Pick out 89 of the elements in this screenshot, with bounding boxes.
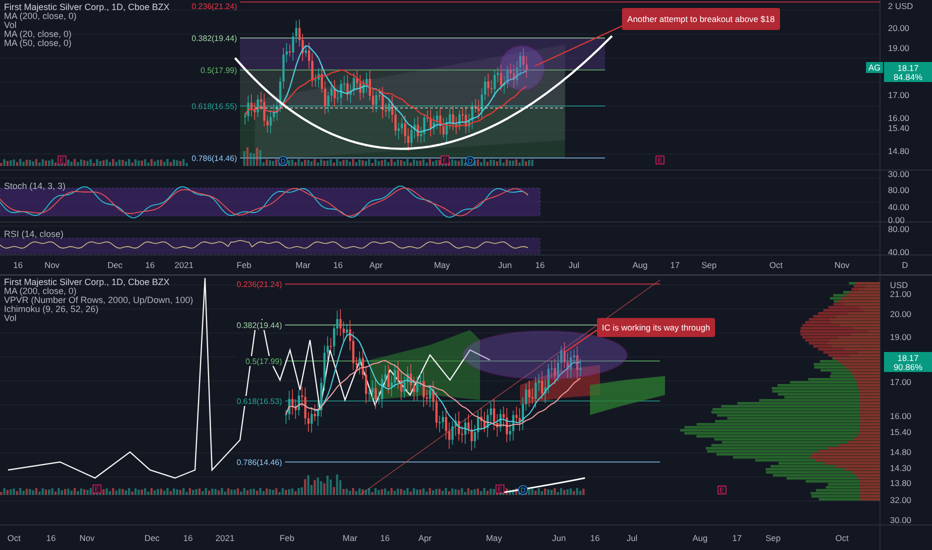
price-axis-label: 14.80 [888, 146, 910, 156]
time-axis-label: 16 [535, 260, 545, 270]
time-axis-label: Dec [144, 533, 160, 543]
time-axis-label: 16 [183, 533, 193, 543]
time-axis-label: Aug [632, 260, 648, 270]
fib-label: 0.382(19.44) [192, 34, 237, 43]
indicator-label: RSI (14, close) [4, 229, 64, 239]
time-axis-label: Sep [701, 260, 717, 270]
price-axis-label: 2 USD [888, 1, 914, 11]
time-axis-label: May [486, 533, 502, 543]
time-axis-label: Aug [692, 533, 708, 543]
time-axis-label: Jul [568, 260, 580, 270]
legend-text: MA (200, close, 0) [4, 286, 77, 296]
time-axis-label: Nov [44, 260, 60, 270]
price-axis-label: 21.00 [890, 289, 912, 299]
price-axis-label: 17.00 [888, 90, 910, 100]
callout: IC is working its way through [597, 318, 715, 337]
legend-text: MA (200, close, 0) [4, 11, 77, 21]
time-axis-label: 17 [732, 533, 742, 543]
fib-label: 0.786(14.46) [236, 458, 282, 467]
time-axis-label: May [434, 260, 450, 270]
price-axis-label: USD [890, 280, 908, 290]
time-axis-label: Nov [79, 533, 95, 543]
time-axis-label: Jun [552, 533, 566, 543]
fib-label: 0.236(21.24) [236, 280, 282, 289]
fib-label: 0.5(17.99) [200, 66, 237, 75]
price-axis-label: 19.00 [888, 43, 910, 53]
price-axis-label: 30.00 [890, 515, 912, 525]
time-axis-label: Apr [369, 260, 383, 270]
time-axis-label: Oct [835, 533, 849, 543]
price-axis-label: 40.00 [888, 202, 910, 212]
time-axis-label: 16 [46, 533, 56, 543]
time-axis-label: Jul [626, 533, 638, 543]
price-axis-label: 13.80 [890, 478, 912, 488]
price-axis-label: 19.00 [890, 332, 912, 342]
fib-label: 0.382(19.44) [236, 321, 282, 330]
time-axis-label: 17 [670, 260, 680, 270]
legend-text: MA (50, close, 0) [4, 38, 72, 48]
price-axis-label: 15.40 [888, 123, 910, 133]
time-axis-label: Jun [498, 260, 512, 270]
legend-text: First Majestic Silver Corp., 1D, Cboe BZX [4, 277, 170, 287]
price-axis-label: 15.40 [890, 427, 912, 437]
price-axis-label: 14.30 [890, 463, 912, 473]
price-axis-label: 80.00 [888, 224, 910, 234]
time-axis-label: 16 [13, 260, 23, 270]
legend-text: MA (20, close, 0) [4, 29, 72, 39]
price-axis-label: 20.00 [890, 309, 912, 319]
price-axis-label: 80.00 [888, 185, 910, 195]
fib-label: 0.236(21.24) [192, 2, 237, 11]
time-axis-label: Sep [765, 533, 781, 543]
time-axis-label: 16 [333, 260, 343, 270]
legend-text: VPVR (Number Of Rows, 2000, Up/Down, 100) [4, 295, 194, 305]
legend-text: Vol [4, 20, 17, 30]
fib-label: 0.618(16.53) [236, 397, 282, 406]
price-axis-label: 16.00 [890, 411, 912, 421]
time-axis-label: 2021 [216, 533, 234, 543]
time-axis-label: 16 [380, 533, 390, 543]
time-axis-label: 16 [145, 260, 155, 270]
price-axis-label: 40.00 [888, 247, 910, 257]
time-axis-label: Mar [342, 533, 358, 543]
time-axis-label: Feb [236, 260, 252, 270]
callout: Another attempt to breakout above $18 [622, 8, 780, 30]
price-axis-label: 0.00 [888, 215, 905, 225]
time-axis-label: Dec [107, 260, 123, 270]
time-axis-label: 16 [590, 533, 600, 543]
fib-label: 0.5(17.99) [246, 357, 282, 366]
price-axis-label: 32.00 [890, 495, 912, 505]
price-axis-label: 30.00 [888, 169, 910, 179]
time-axis-label: D [902, 260, 908, 270]
fib-label: 0.786(14.46) [192, 154, 237, 163]
price-axis-label: 14.80 [890, 447, 912, 457]
price-tag: 18.17 84.84% [884, 62, 932, 82]
fib-label: 0.618(16.55) [192, 102, 237, 111]
time-axis-label: Nov [834, 260, 850, 270]
symbol-tag: AG [866, 62, 883, 73]
indicator-label: Stoch (14, 3, 3) [4, 181, 66, 191]
time-axis-label: Oct [7, 533, 21, 543]
legend-text: Vol [4, 313, 17, 323]
legend-text: Ichimoku (9, 26, 52, 26) [4, 304, 99, 314]
time-axis-label: Feb [280, 533, 294, 543]
time-axis-label: Mar [296, 260, 310, 270]
price-axis-label: 16.00 [888, 113, 910, 123]
legend-text: First Majestic Silver Corp., 1D, Cboe BZX [4, 2, 170, 12]
time-axis-label: 2021 [174, 260, 194, 270]
price-tag: 18.17 90.86% [884, 352, 932, 372]
price-axis-label: 17.00 [890, 377, 912, 387]
price-axis-label: 20.00 [888, 23, 910, 33]
time-axis-label: Apr [418, 533, 432, 543]
time-axis-label: Oct [769, 260, 783, 270]
